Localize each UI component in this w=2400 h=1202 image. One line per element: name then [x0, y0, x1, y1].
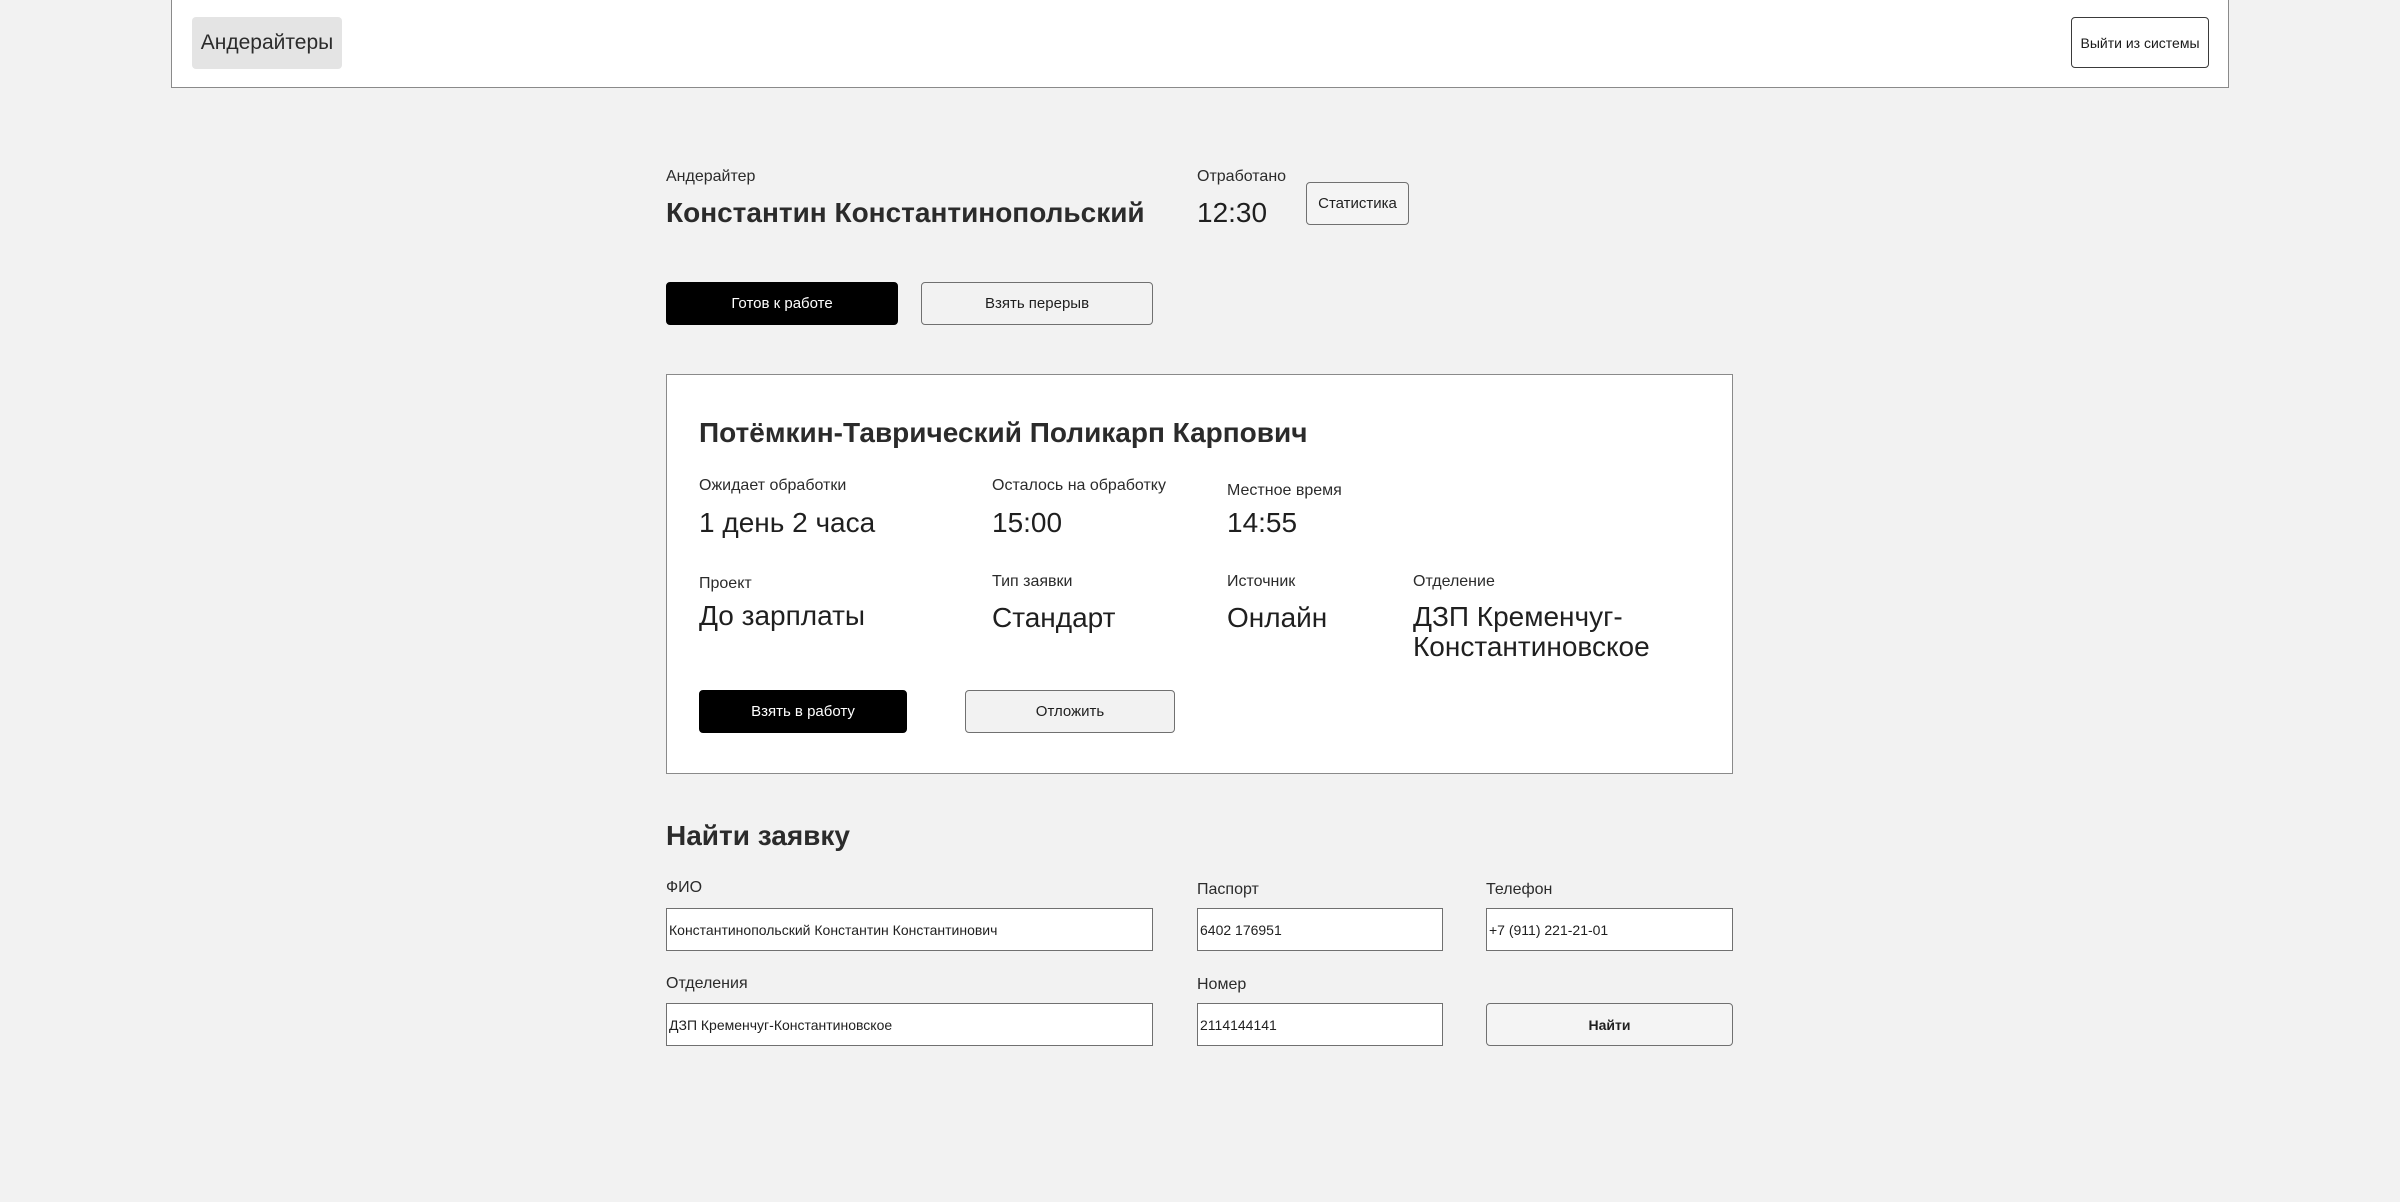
top-header: Андерайтеры Выйти из системы [171, 0, 2229, 88]
branch-value-line-2: Константиновское [1413, 631, 1650, 662]
branch-label: Отделение [1413, 573, 1495, 590]
source-value: Онлайн [1227, 602, 1328, 633]
remaining-value: 15:00 [992, 507, 1063, 538]
local-time-label: Местное время [1227, 482, 1342, 499]
page: Андерайтеры Выйти из системы Андерайтер … [0, 0, 2400, 1202]
number-input[interactable] [1197, 1003, 1443, 1046]
local-time-value: 14:55 [1227, 507, 1298, 538]
type-value: Стандарт [992, 602, 1116, 633]
passport-label: Паспорт [1197, 881, 1259, 898]
logout-button[interactable]: Выйти из системы [2071, 17, 2209, 68]
client-name: Потёмкин-Таврический Поликарп Карпович [699, 417, 1308, 448]
branch-value-line-1: ДЗП Кременчуг- [1413, 601, 1623, 632]
find-button[interactable]: Найти [1486, 1003, 1733, 1046]
project-value: До зарплаты [699, 600, 866, 631]
number-label: Номер [1197, 976, 1247, 993]
fio-input[interactable] [666, 908, 1153, 951]
waiting-value: 1 день 2 часа [699, 507, 876, 538]
postpone-button[interactable]: Отложить [965, 690, 1175, 733]
take-into-work-button[interactable]: Взять в работу [699, 690, 907, 733]
type-label: Тип заявки [992, 573, 1073, 590]
take-break-button[interactable]: Взять перерыв [921, 282, 1153, 325]
request-card: Потёмкин-Таврический Поликарп Карпович О… [666, 374, 1733, 774]
passport-input[interactable] [1197, 908, 1443, 951]
project-label: Проект [699, 575, 752, 592]
branches-label: Отделения [666, 975, 748, 992]
phone-label: Телефон [1486, 881, 1553, 898]
search-title: Найти заявку [666, 820, 850, 851]
phone-input[interactable] [1486, 908, 1733, 951]
operator-role-label: Андерайтер [666, 168, 756, 185]
source-label: Источник [1227, 573, 1296, 590]
waiting-label: Ожидает обработки [699, 477, 847, 494]
brand-tab[interactable]: Андерайтеры [192, 17, 342, 69]
ready-to-work-button[interactable]: Готов к работе [666, 282, 898, 325]
branch-value: ДЗП Кременчуг- Константиновское [1413, 602, 1650, 662]
fio-label: ФИО [666, 879, 703, 896]
branches-input[interactable] [666, 1003, 1153, 1046]
remaining-label: Осталось на обработку [992, 477, 1166, 494]
worked-label: Отработано [1197, 168, 1287, 185]
operator-name: Константин Константинопольский [666, 197, 1145, 228]
worked-value: 12:30 [1197, 197, 1268, 228]
statistics-button[interactable]: Статистика [1306, 182, 1409, 225]
